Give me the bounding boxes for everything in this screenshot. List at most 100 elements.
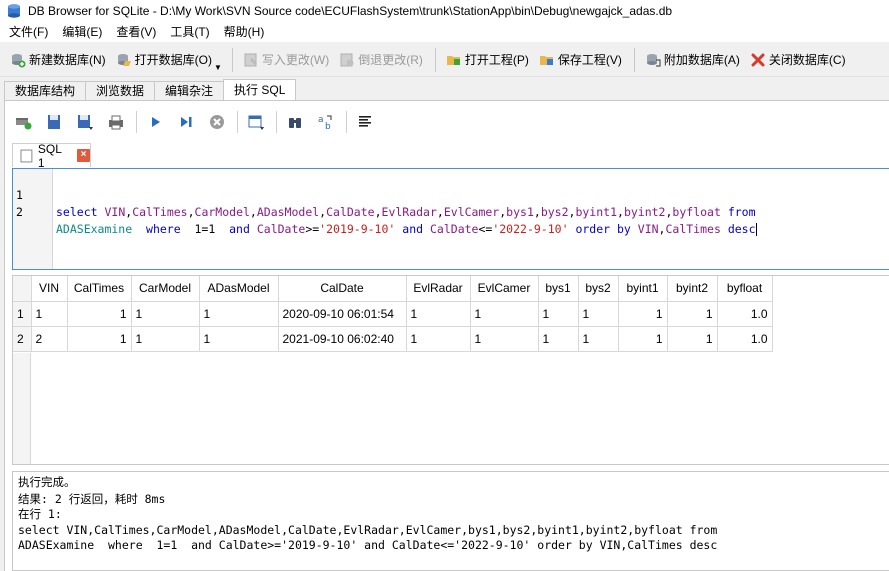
- revert-changes-button[interactable]: 倒退更改(R): [335, 47, 429, 73]
- sql-tab-icon: [20, 149, 33, 162]
- play-icon: [152, 117, 160, 127]
- cell-evlradar[interactable]: 1: [406, 301, 471, 327]
- open-database-label: 打开数据库(O): [134, 53, 212, 67]
- cell-byfloat[interactable]: 1.0: [717, 326, 773, 352]
- results-grid[interactable]: VIN CalTimes CarModel ADasModel CalDate …: [12, 275, 889, 465]
- save-project-icon: [539, 55, 553, 65]
- write-changes-button[interactable]: 写入更改(W): [239, 47, 335, 73]
- find-replace-button[interactable]: ab: [315, 111, 337, 133]
- cell-bys1[interactable]: 1: [538, 326, 579, 352]
- sql-toolbar-separator: [136, 111, 137, 133]
- cell-caldate[interactable]: 2020-09-10 06:01:54: [278, 301, 407, 327]
- cell-carmodel[interactable]: 1: [131, 301, 200, 327]
- menu-file[interactable]: 文件(F): [2, 22, 55, 42]
- row-header[interactable]: 2: [13, 326, 32, 352]
- new-database-button[interactable]: 新建数据库(N): [6, 47, 112, 73]
- open-database-dropdown-icon[interactable]: ▼: [214, 63, 222, 72]
- column-header[interactable]: byint2: [667, 276, 718, 302]
- close-tab-icon[interactable]: ×: [77, 149, 90, 162]
- column-header[interactable]: byint1: [618, 276, 668, 302]
- column-header[interactable]: CarModel: [131, 276, 200, 302]
- execute-all-button[interactable]: [144, 111, 166, 133]
- cell-bys1[interactable]: 1: [538, 301, 579, 327]
- cell-byint1[interactable]: 1: [618, 326, 668, 352]
- message-line: 结果: 2 行返回，耗时 8ms: [18, 491, 166, 506]
- cell-vin[interactable]: 2: [31, 326, 68, 352]
- column-header[interactable]: bys2: [578, 276, 619, 302]
- table-row[interactable]: 1 1 1 1 1 2020-09-10 06:01:54 1 1 1 1 1 …: [13, 301, 773, 327]
- write-changes-icon: [244, 53, 257, 66]
- column-header[interactable]: EvlCamer: [470, 276, 539, 302]
- sql-editor-tab[interactable]: SQL 1 ×: [12, 141, 91, 170]
- column-header[interactable]: EvlRadar: [406, 276, 471, 302]
- print-button[interactable]: [105, 111, 127, 133]
- results-table: VIN CalTimes CarModel ADasModel CalDate …: [13, 276, 773, 352]
- attach-database-button[interactable]: 附加数据库(A): [641, 47, 746, 73]
- cell-bys2[interactable]: 1: [578, 301, 619, 327]
- menu-tools[interactable]: 工具(T): [163, 22, 216, 42]
- sql-editor[interactable]: 1 select VIN,CalTimes,CarModel,ADasModel…: [12, 168, 889, 270]
- main-toolbar: 新建数据库(N) 打开数据库(O) ▼ 写入更改(W) 倒退更改(R) 打开工程…: [0, 43, 889, 77]
- cell-evlradar[interactable]: 1: [406, 326, 471, 352]
- save-sql-file-button[interactable]: [74, 111, 96, 133]
- tab-execute-sql[interactable]: 执行 SQL: [223, 79, 297, 101]
- stop-execution-button[interactable]: [206, 111, 228, 133]
- tab-edit-pragmas[interactable]: 编辑杂注: [154, 81, 225, 101]
- open-project-icon: [446, 55, 460, 65]
- cell-adasmodel[interactable]: 1: [199, 301, 279, 327]
- revert-changes-label: 倒退更改(R): [358, 53, 423, 67]
- main-tab-bar: 数据库结构 浏览数据 编辑杂注 执行 SQL: [4, 79, 297, 101]
- cell-bys2[interactable]: 1: [578, 326, 619, 352]
- cell-evlcamer[interactable]: 1: [470, 326, 539, 352]
- sql-code-line-1: select VIN,CalTimes,CarModel,ADasModel,C…: [56, 205, 756, 219]
- open-database-button[interactable]: 打开数据库(O): [112, 47, 218, 73]
- open-tab-button[interactable]: [12, 111, 34, 133]
- column-header[interactable]: VIN: [31, 276, 68, 302]
- cell-adasmodel[interactable]: 1: [199, 326, 279, 352]
- tab-database-structure[interactable]: 数据库结构: [4, 81, 87, 101]
- cell-caltimes[interactable]: 1: [67, 326, 132, 352]
- save-project-label: 保存工程(V): [557, 53, 622, 67]
- print-icon: [109, 115, 123, 130]
- cell-byint2[interactable]: 1: [667, 301, 718, 327]
- menu-view[interactable]: 查看(V): [109, 22, 163, 42]
- comment-lines-button[interactable]: [354, 111, 376, 133]
- menu-edit[interactable]: 编辑(E): [55, 22, 109, 42]
- close-database-icon: [751, 53, 765, 66]
- cell-evlcamer[interactable]: 1: [470, 301, 539, 327]
- execute-current-line-button[interactable]: [175, 111, 197, 133]
- column-header[interactable]: bys1: [538, 276, 579, 302]
- close-database-label: 关闭数据库(C): [768, 53, 846, 67]
- write-changes-label: 写入更改(W): [261, 53, 330, 67]
- column-header[interactable]: ADasModel: [199, 276, 279, 302]
- cell-caltimes[interactable]: 1: [67, 301, 132, 327]
- find-button[interactable]: [284, 111, 306, 133]
- column-header[interactable]: byfloat: [717, 276, 773, 302]
- cell-caldate[interactable]: 2021-09-10 06:02:40: [278, 326, 407, 352]
- sql-tab-label: SQL 1: [37, 141, 62, 170]
- column-header[interactable]: CalTimes: [67, 276, 132, 302]
- editor-line: 1 select VIN,CalTimes,CarModel,ADasModel…: [13, 170, 756, 219]
- menu-help[interactable]: 帮助(H): [217, 22, 272, 42]
- open-project-button[interactable]: 打开工程(P): [442, 47, 535, 73]
- message-line: select VIN,CalTimes,CarModel,ADasModel,C…: [18, 522, 718, 537]
- comment-lines-icon: [359, 116, 371, 127]
- revert-changes-icon: [340, 53, 354, 66]
- cell-byint2[interactable]: 1: [667, 326, 718, 352]
- cell-carmodel[interactable]: 1: [131, 326, 200, 352]
- cell-byint1[interactable]: 1: [618, 301, 668, 327]
- cell-byfloat[interactable]: 1.0: [717, 301, 773, 327]
- save-project-button[interactable]: 保存工程(V): [535, 47, 628, 73]
- message-pane[interactable]: 执行完成。 结果: 2 行返回，耗时 8ms 在行 1: select VIN,…: [12, 471, 889, 571]
- open-sql-file-button[interactable]: [43, 111, 65, 133]
- corner-cell[interactable]: [13, 276, 32, 302]
- svg-text:b: b: [325, 122, 331, 131]
- cell-vin[interactable]: 1: [31, 301, 68, 327]
- table-row[interactable]: 2 2 1 1 1 2021-09-10 06:02:40 1 1 1 1 1 …: [13, 326, 773, 352]
- tab-browse-data[interactable]: 浏览数据: [85, 81, 156, 101]
- row-header[interactable]: 1: [13, 301, 32, 327]
- column-header[interactable]: CalDate: [278, 276, 407, 302]
- save-results-button[interactable]: [245, 111, 267, 133]
- close-database-button[interactable]: 关闭数据库(C): [746, 47, 852, 73]
- sql-toolbar: ab: [12, 110, 385, 134]
